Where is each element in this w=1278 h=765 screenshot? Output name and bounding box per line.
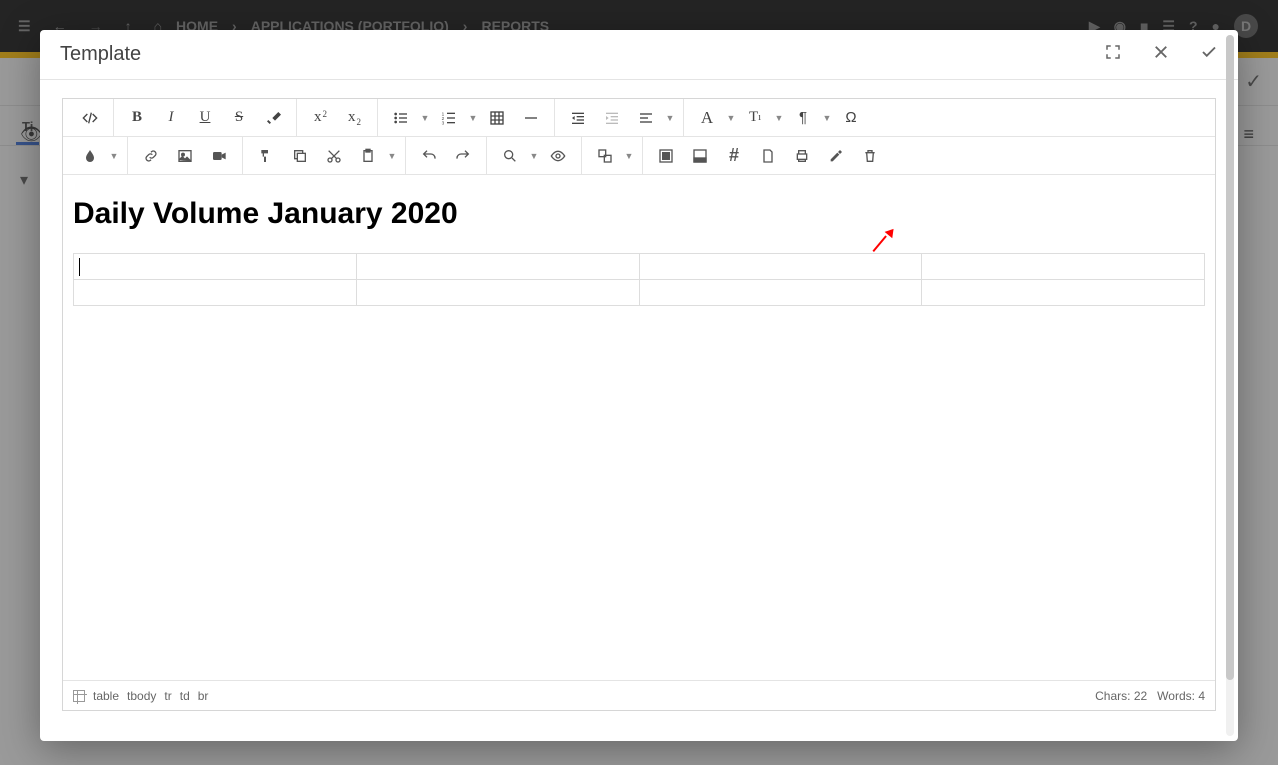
editor-content[interactable]: Daily Volume January 2020 [63,175,1215,680]
modal-header: Template [40,30,1238,80]
modal-scrollbar[interactable] [1226,35,1234,736]
table-cell[interactable] [922,280,1205,306]
table-cell[interactable] [74,254,357,280]
search-icon[interactable] [493,139,527,173]
hash-icon[interactable]: # [717,139,751,173]
modal-body: B I U S x2 x2 ▼ [40,80,1238,741]
preview-icon[interactable] [541,139,575,173]
cut-icon [317,139,351,173]
indent-icon [595,101,629,135]
paragraph-caret[interactable]: ▼ [820,113,834,123]
numbered-list-caret[interactable]: ▼ [466,113,480,123]
path-tr[interactable]: tr [164,689,171,703]
font-size-icon[interactable]: Tı [738,101,772,135]
scrollbar-thumb[interactable] [1226,35,1234,680]
svg-text:3: 3 [442,120,445,125]
paragraph-icon[interactable]: ¶ [786,101,820,135]
edit-pencil-icon[interactable] [819,139,853,173]
table-cell[interactable] [922,254,1205,280]
italic-icon[interactable]: I [154,101,188,135]
layout-1-icon[interactable] [649,139,683,173]
font-size-caret[interactable]: ▼ [772,113,786,123]
char-count: Chars: 22 [1095,689,1147,703]
table-row[interactable] [74,280,1205,306]
strike-icon[interactable]: S [222,101,256,135]
bold-icon[interactable]: B [120,101,154,135]
ink-color-icon[interactable] [73,139,107,173]
code-view-icon[interactable] [73,101,107,135]
align-caret[interactable]: ▼ [663,113,677,123]
delete-icon [853,139,887,173]
outdent-icon[interactable] [561,101,595,135]
table-icon[interactable] [480,101,514,135]
text-cursor [79,258,80,276]
table-cell[interactable] [356,254,639,280]
modal-title: Template [60,43,141,66]
close-icon[interactable] [1152,43,1170,66]
table-cell[interactable] [639,254,922,280]
redo-icon [446,139,480,173]
element-path: table tbody tr td br [73,689,208,703]
table-row[interactable] [74,254,1205,280]
template-modal: Template B I [40,30,1238,741]
table-cell[interactable] [356,280,639,306]
highlight-icon[interactable] [256,101,290,135]
video-icon[interactable] [202,139,236,173]
toolbar-row-1: B I U S x2 x2 ▼ [63,99,1215,137]
numbered-list-icon[interactable]: 123 [432,101,466,135]
paste-icon[interactable] [351,139,385,173]
undo-icon[interactable] [412,139,446,173]
layout-2-icon[interactable] [683,139,717,173]
align-icon[interactable] [629,101,663,135]
path-table[interactable]: table [93,689,119,703]
copy-icon [283,139,317,173]
word-count: Words: 4 [1157,689,1205,703]
print-icon[interactable] [785,139,819,173]
bullet-list-caret[interactable]: ▼ [418,113,432,123]
table-cell[interactable] [639,280,922,306]
superscript-icon[interactable]: x2 [303,101,337,135]
document-heading[interactable]: Daily Volume January 2020 [73,197,1205,231]
path-td[interactable]: td [180,689,190,703]
editor-footer: table tbody tr td br Chars: 22 Words: 4 [63,680,1215,710]
confirm-icon[interactable] [1200,43,1218,66]
special-char-icon[interactable]: Ω [834,101,868,135]
bullet-list-icon[interactable] [384,101,418,135]
object-icon[interactable] [588,139,622,173]
font-family-caret[interactable]: ▼ [724,113,738,123]
editor: B I U S x2 x2 ▼ [62,98,1216,711]
page-icon [751,139,785,173]
font-family-icon[interactable]: A [690,101,724,135]
path-br[interactable]: br [198,689,209,703]
ink-color-caret[interactable]: ▼ [107,151,121,161]
image-icon[interactable] [168,139,202,173]
hr-icon[interactable] [514,101,548,135]
document-table[interactable] [73,253,1205,306]
search-caret[interactable]: ▼ [527,151,541,161]
subscript-icon[interactable]: x2 [337,101,371,135]
paste-caret[interactable]: ▼ [385,151,399,161]
fullscreen-icon[interactable] [1104,43,1122,66]
link-icon[interactable] [134,139,168,173]
format-painter-icon[interactable] [249,139,283,173]
underline-icon[interactable]: U [188,101,222,135]
table-cell[interactable] [74,280,357,306]
object-caret[interactable]: ▼ [622,151,636,161]
path-tbody[interactable]: tbody [127,689,156,703]
toolbar-row-2: ▼ [63,137,1215,175]
path-root-icon[interactable] [73,690,85,702]
